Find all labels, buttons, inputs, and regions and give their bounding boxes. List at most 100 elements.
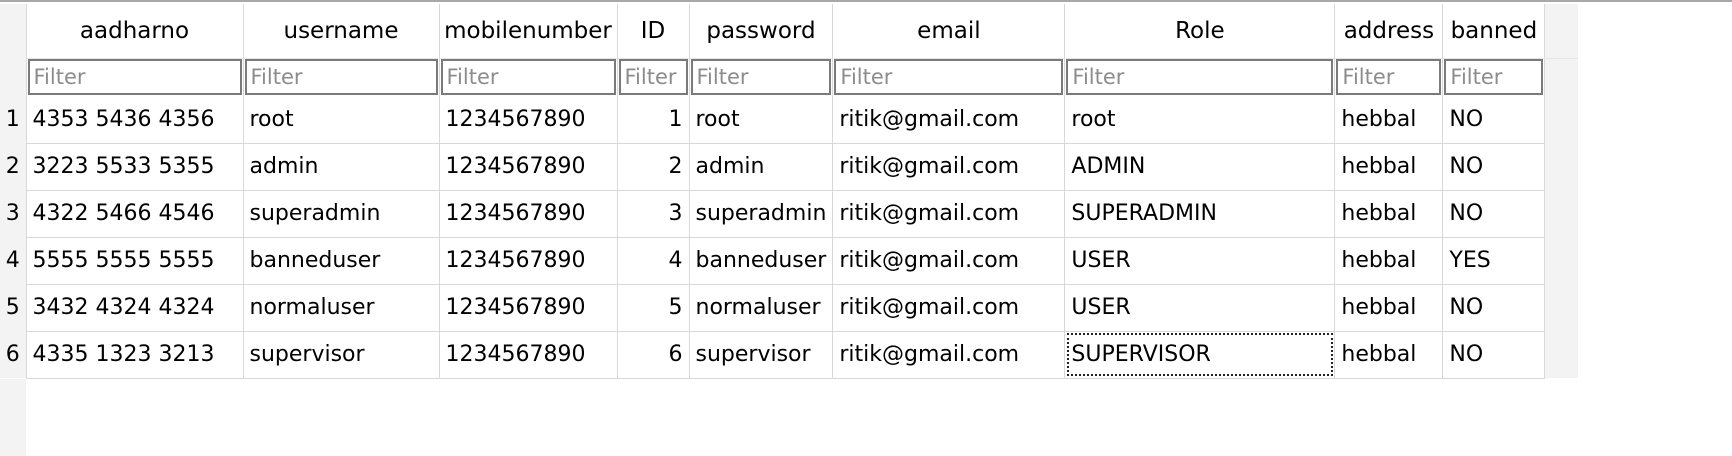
- filter-cell: [26, 58, 244, 96]
- cell-id[interactable]: 1: [617, 96, 690, 144]
- cell-address[interactable]: hebbal: [1334, 190, 1444, 238]
- row-filler: [1544, 331, 1578, 378]
- table-row[interactable]: 2 3223 5533 5355 admin 1234567890 2 admi…: [0, 143, 1578, 191]
- filter-input-password[interactable]: [690, 59, 832, 96]
- row-filler: [1544, 237, 1578, 284]
- row-number[interactable]: 3: [0, 190, 27, 237]
- row-number[interactable]: 2: [0, 143, 27, 190]
- filter-input-id[interactable]: [618, 59, 688, 96]
- table-row[interactable]: 3 4322 5466 4546 superadmin 1234567890 3…: [0, 190, 1578, 238]
- cell-aadharno[interactable]: 3223 5533 5355: [26, 143, 244, 191]
- cell-password[interactable]: normaluser: [689, 284, 834, 332]
- row-number[interactable]: 5: [0, 284, 27, 331]
- cell-banned[interactable]: NO: [1442, 331, 1546, 379]
- cell-address[interactable]: hebbal: [1334, 331, 1444, 379]
- cell-password[interactable]: banneduser: [689, 237, 834, 285]
- cell-email[interactable]: ritik@gmail.com: [832, 190, 1066, 238]
- cell-role[interactable]: ADMIN: [1064, 143, 1336, 191]
- column-header-banned[interactable]: banned: [1442, 4, 1546, 59]
- table-row[interactable]: 6 4335 1323 3213 supervisor 1234567890 6…: [0, 331, 1578, 379]
- cell-mobilenumber[interactable]: 1234567890: [439, 143, 618, 191]
- cell-role[interactable]: USER: [1064, 237, 1336, 285]
- cell-email[interactable]: ritik@gmail.com: [832, 331, 1066, 379]
- column-header-email[interactable]: email: [832, 4, 1066, 59]
- cell-aadharno[interactable]: 4322 5466 4546: [26, 190, 244, 238]
- cell-role[interactable]: root: [1064, 96, 1336, 144]
- filter-input-mobilenumber[interactable]: [440, 59, 616, 96]
- cell-banned[interactable]: NO: [1442, 284, 1546, 332]
- cell-banned[interactable]: NO: [1442, 143, 1546, 191]
- row-header-gutter-empty: [0, 379, 26, 456]
- cell-address[interactable]: hebbal: [1334, 284, 1444, 332]
- cell-mobilenumber[interactable]: 1234567890: [439, 190, 618, 238]
- cell-email[interactable]: ritik@gmail.com: [832, 96, 1066, 144]
- row-number[interactable]: 4: [0, 237, 27, 284]
- cell-banned[interactable]: YES: [1442, 237, 1546, 285]
- cell-address[interactable]: hebbal: [1334, 96, 1444, 144]
- cell-email[interactable]: ritik@gmail.com: [832, 237, 1066, 285]
- row-filler: [1544, 190, 1578, 237]
- cell-username[interactable]: supervisor: [243, 331, 440, 379]
- column-header-mobilenumber[interactable]: mobilenumber: [439, 4, 618, 59]
- row-filler: [1544, 96, 1578, 143]
- cell-email[interactable]: ritik@gmail.com: [832, 284, 1066, 332]
- cell-banned[interactable]: NO: [1442, 96, 1546, 144]
- cell-id[interactable]: 4: [617, 237, 690, 285]
- cell-id[interactable]: 2: [617, 143, 690, 191]
- cell-username[interactable]: admin: [243, 143, 440, 191]
- cell-id[interactable]: 5: [617, 284, 690, 332]
- cell-mobilenumber[interactable]: 1234567890: [439, 284, 618, 332]
- filter-input-aadharno[interactable]: [27, 59, 242, 96]
- table-row[interactable]: 1 4353 5436 4356 root 1234567890 1 root …: [0, 96, 1578, 144]
- cell-address[interactable]: hebbal: [1334, 143, 1444, 191]
- cell-aadharno[interactable]: 3432 4324 4324: [26, 284, 244, 332]
- filter-input-email[interactable]: [834, 59, 1064, 96]
- cell-id[interactable]: 6: [617, 331, 690, 379]
- column-header-id[interactable]: ID: [617, 4, 690, 59]
- table-view: aadharno username mobilenumber ID passwo…: [0, 0, 1732, 456]
- filter-cell: [1442, 58, 1546, 96]
- cell-username[interactable]: root: [243, 96, 440, 144]
- filter-row: [0, 58, 1578, 96]
- cell-banned[interactable]: NO: [1442, 190, 1546, 238]
- column-header-password[interactable]: password: [689, 4, 834, 59]
- cell-password[interactable]: supervisor: [689, 331, 834, 379]
- column-header-aadharno[interactable]: aadharno: [26, 4, 244, 59]
- filter-cell: [689, 58, 834, 96]
- cell-aadharno[interactable]: 4335 1323 3213: [26, 331, 244, 379]
- cell-address[interactable]: hebbal: [1334, 237, 1444, 285]
- cell-mobilenumber[interactable]: 1234567890: [439, 96, 618, 144]
- cell-password[interactable]: admin: [689, 143, 834, 191]
- cell-username[interactable]: banneduser: [243, 237, 440, 285]
- cell-email[interactable]: ritik@gmail.com: [832, 143, 1066, 191]
- column-header-role[interactable]: Role: [1064, 4, 1336, 59]
- table-row[interactable]: 4 5555 5555 5555 banneduser 1234567890 4…: [0, 237, 1578, 285]
- filter-input-role[interactable]: [1066, 59, 1334, 96]
- cell-mobilenumber[interactable]: 1234567890: [439, 331, 618, 379]
- filter-input-username[interactable]: [244, 59, 438, 96]
- filter-row-gutter: [0, 58, 27, 96]
- cell-username[interactable]: normaluser: [243, 284, 440, 332]
- column-header-username[interactable]: username: [243, 4, 440, 59]
- cell-role[interactable]: SUPERADMIN: [1064, 190, 1336, 238]
- cell-id[interactable]: 3: [617, 190, 690, 238]
- cell-aadharno[interactable]: 5555 5555 5555: [26, 237, 244, 285]
- corner-cell[interactable]: [0, 4, 27, 58]
- cell-username[interactable]: superadmin: [243, 190, 440, 238]
- cell-mobilenumber[interactable]: 1234567890: [439, 237, 618, 285]
- cell-role[interactable]: USER: [1064, 284, 1336, 332]
- filter-input-banned[interactable]: [1444, 59, 1544, 96]
- column-header-address[interactable]: address: [1334, 4, 1444, 59]
- cell-aadharno[interactable]: 4353 5436 4356: [26, 96, 244, 144]
- cell-password[interactable]: root: [689, 96, 834, 144]
- cell-role-selected[interactable]: SUPERVISOR: [1064, 331, 1336, 379]
- column-header-row: aadharno username mobilenumber ID passwo…: [0, 4, 1578, 59]
- table-row[interactable]: 5 3432 4324 4324 normaluser 1234567890 5…: [0, 284, 1578, 332]
- cell-password[interactable]: superadmin: [689, 190, 834, 238]
- filter-cell: [1064, 58, 1336, 96]
- row-number[interactable]: 1: [0, 96, 27, 143]
- filter-cell: [439, 58, 618, 96]
- row-number[interactable]: 6: [0, 331, 27, 378]
- filter-cell: [832, 58, 1066, 96]
- filter-input-address[interactable]: [1336, 59, 1442, 96]
